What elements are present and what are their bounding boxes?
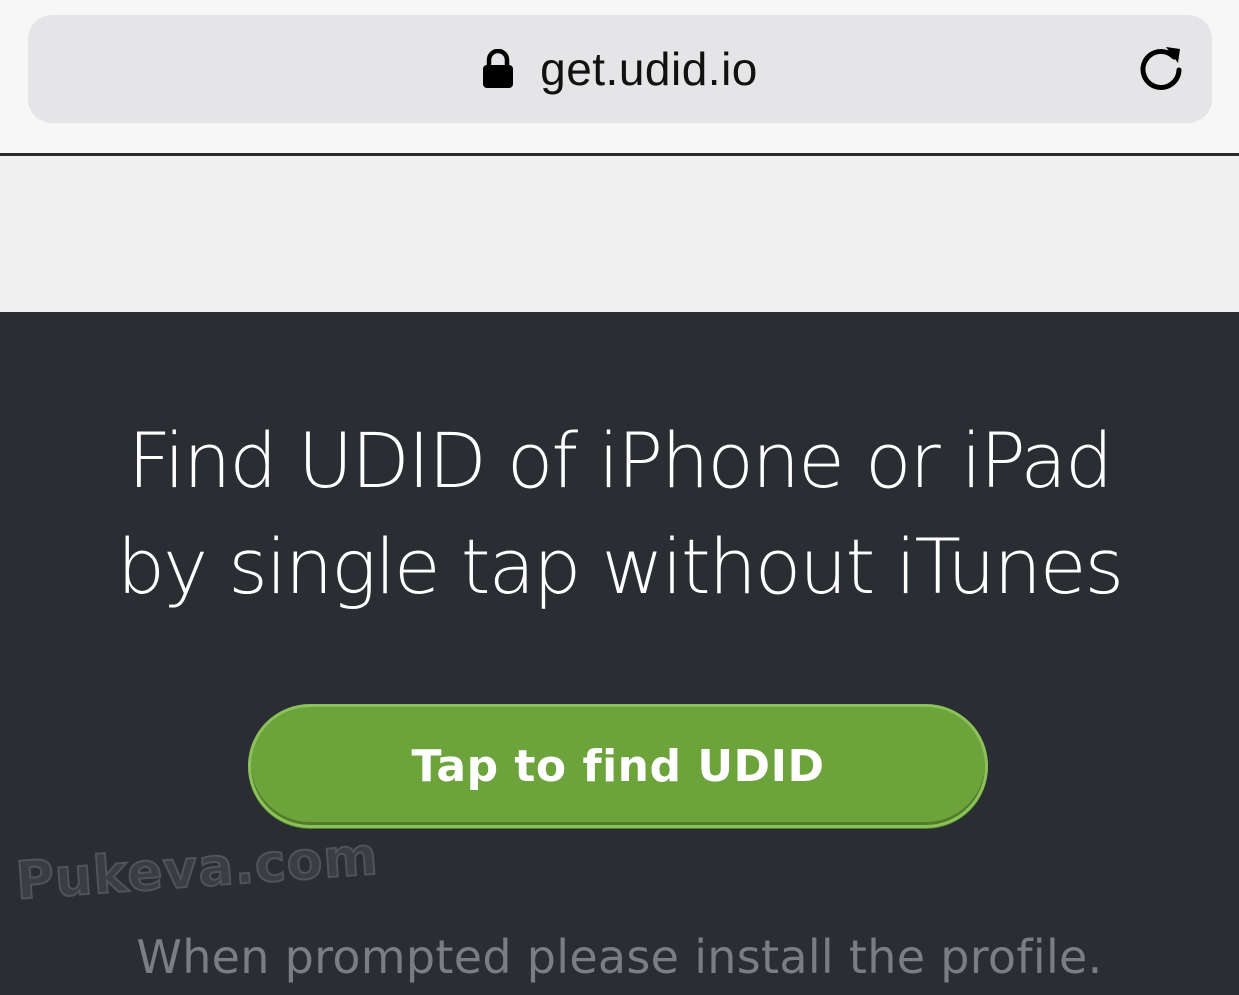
reload-icon[interactable] <box>1134 43 1188 97</box>
address-bar[interactable]: get.udid.io <box>28 15 1212 123</box>
hero-headline: Find UDID of iPhone or iPad by single ta… <box>0 408 1239 620</box>
lock-icon <box>482 49 514 89</box>
install-profile-prompt: When prompted please install the profile… <box>136 930 1103 984</box>
hero-headline-line-1: Find UDID of iPhone or iPad <box>127 416 1113 505</box>
url-group: get.udid.io <box>28 15 1212 123</box>
browser-toolbar: get.udid.io <box>0 0 1239 156</box>
hero-section: Find UDID of iPhone or iPad by single ta… <box>0 312 1239 995</box>
watermark: Pukeva.com <box>13 826 381 913</box>
url-text: get.udid.io <box>540 43 758 95</box>
find-udid-button[interactable]: Tap to find UDID <box>248 704 988 828</box>
page-top-band <box>0 156 1239 312</box>
hero-headline-line-2: by single tap without iTunes <box>116 522 1124 611</box>
